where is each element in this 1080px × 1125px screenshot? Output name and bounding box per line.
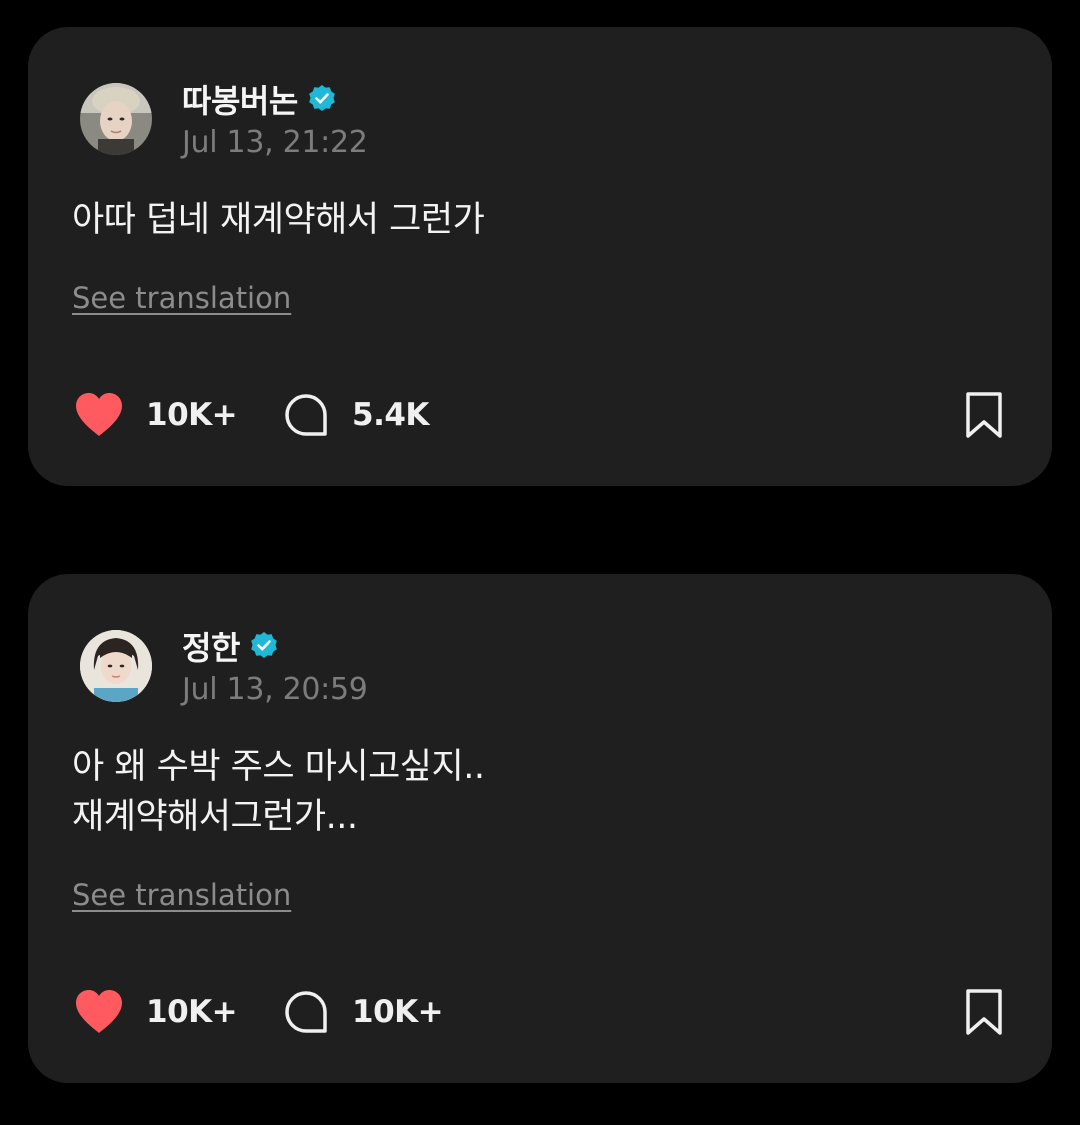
bookmark-icon	[966, 392, 1002, 438]
see-translation-link[interactable]: See translation	[72, 281, 291, 315]
avatar[interactable]	[80, 83, 152, 155]
post-text: 아따 덥네 재계약해서 그런가	[72, 195, 485, 245]
like-count: 10K+	[146, 397, 238, 433]
verified-badge-icon	[251, 632, 277, 658]
username[interactable]: 따봉버논	[182, 76, 298, 122]
like-count: 10K+	[146, 994, 238, 1030]
like-button[interactable]: 10K+	[72, 988, 284, 1036]
comment-count: 5.4K	[352, 397, 429, 433]
see-translation-link[interactable]: See translation	[72, 878, 291, 912]
post-text-line: 재계약해서그런가...	[72, 797, 358, 837]
heart-icon	[76, 393, 122, 436]
verified-badge-icon	[308, 85, 335, 111]
timestamp: Jul 13, 21:22	[182, 125, 368, 160]
bookmark-icon	[966, 989, 1002, 1035]
comment-bubble-icon	[285, 394, 327, 436]
post-text: 아 왜 수박 주스 마시고싶지.. 재계약해서그런가...	[72, 742, 485, 842]
avatar[interactable]	[80, 630, 152, 702]
heart-icon	[76, 990, 122, 1033]
action-bar: 10K+ 5.4K	[72, 387, 1004, 443]
bookmark-button[interactable]	[964, 391, 1004, 439]
username[interactable]: 정한	[182, 623, 240, 669]
post-text-line: 아따 덥네 재계약해서 그런가	[72, 200, 485, 240]
action-bar: 10K+ 10K+	[72, 984, 1004, 1040]
post-text-line: 아 왜 수박 주스 마시고싶지..	[72, 747, 485, 787]
comment-bubble-icon	[285, 991, 327, 1033]
comment-button[interactable]: 5.4K	[284, 393, 429, 437]
comment-count: 10K+	[352, 994, 444, 1030]
bookmark-button[interactable]	[964, 988, 1004, 1036]
timestamp: Jul 13, 20:59	[182, 672, 368, 707]
post-card: 정한 Jul 13, 20:59 아 왜 수박 주스 마시고싶지.. 재계약해서…	[28, 574, 1052, 1083]
like-button[interactable]: 10K+	[72, 391, 284, 439]
post-card: 따봉버논 Jul 13, 21:22 아따 덥네 재계약해서 그런가 See t…	[28, 27, 1052, 486]
comment-button[interactable]: 10K+	[284, 990, 444, 1034]
